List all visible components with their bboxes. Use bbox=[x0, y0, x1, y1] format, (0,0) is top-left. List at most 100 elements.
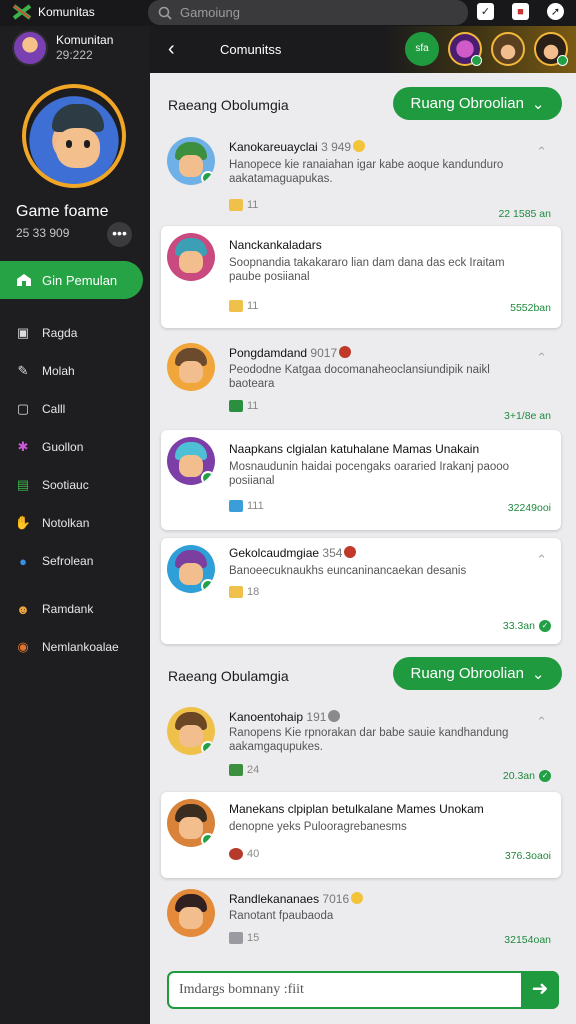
post-reactions[interactable]: 18 bbox=[229, 586, 259, 598]
back-icon[interactable]: ‹ bbox=[168, 38, 175, 61]
game-name: Game foame bbox=[16, 203, 109, 220]
sidebar-item-label: Molah bbox=[42, 364, 75, 378]
post-reactions[interactable]: 11 bbox=[229, 400, 258, 412]
sidebar-item-label: Sefrolean bbox=[42, 554, 94, 568]
post-time-text: 20.3an bbox=[502, 770, 535, 782]
post-card[interactable]: Kanokareuayclai 3 949 Hanopece kie ranai… bbox=[161, 130, 561, 226]
sidebar-item-primary[interactable]: Gin Pemulan bbox=[0, 261, 143, 299]
room-button[interactable]: Ruang Obroolian ⌄ bbox=[393, 657, 562, 690]
avatar[interactable]: sfa bbox=[405, 32, 439, 66]
sidebar-item-sefrolean[interactable]: ● Sefrolean bbox=[14, 542, 144, 580]
post-reactions[interactable]: 40 bbox=[229, 848, 259, 860]
send-button[interactable]: ➜ bbox=[521, 971, 559, 1009]
post-reactions[interactable]: 11 bbox=[229, 300, 258, 312]
avatar-face bbox=[179, 251, 203, 273]
chevron-up-icon[interactable]: ⌃ bbox=[536, 714, 547, 730]
post-author-name: Randlekananaes bbox=[229, 892, 320, 906]
room-button-label: Ruang Obroolian bbox=[410, 665, 524, 682]
avatar-face bbox=[179, 725, 203, 747]
sidebar-item-guollon[interactable]: ✱ Guollon bbox=[14, 428, 144, 466]
star-icon bbox=[229, 586, 243, 598]
post-card[interactable]: Nanckankaladars Soopnandia takakararo li… bbox=[161, 226, 561, 328]
check-badge-icon[interactable]: ✓ bbox=[477, 3, 494, 20]
sidebar-item-molah[interactable]: ✎ Molah bbox=[14, 352, 144, 390]
post-time-text: 3+1/8e an bbox=[503, 410, 551, 422]
avatar[interactable] bbox=[167, 137, 215, 185]
reaction-icon bbox=[229, 500, 243, 512]
message-input[interactable] bbox=[179, 979, 509, 1001]
check-icon: ✓ bbox=[539, 620, 551, 632]
compass-icon[interactable]: ➚ bbox=[547, 3, 564, 20]
post-card[interactable]: Manekans clpiplan betulkalane Mames Unok… bbox=[161, 792, 561, 878]
verified-icon bbox=[557, 55, 568, 66]
sidebar-item-notolkan[interactable]: ✋ Notolkan bbox=[14, 504, 144, 542]
post-reactions[interactable]: 24 bbox=[229, 764, 259, 776]
post-card[interactable]: Randlekananaes 7016 Ranotant fpaubaoda 1… bbox=[161, 882, 561, 962]
avatar[interactable] bbox=[491, 32, 525, 66]
avatar-face bbox=[179, 907, 203, 929]
avatar[interactable] bbox=[167, 707, 215, 755]
post-text: Soopnandia takakararo lian dam dana das … bbox=[229, 257, 505, 283]
sidebar-item-nemlankoalae[interactable]: ◉ Nemlankoalae bbox=[14, 628, 144, 666]
user-sub: 29:222 bbox=[56, 48, 93, 62]
avatar[interactable] bbox=[12, 30, 48, 66]
post-meta: 3 949 bbox=[321, 140, 352, 154]
post-author: Manekans clpiplan betulkalane Mames Unok… bbox=[229, 802, 484, 816]
post-reactions[interactable]: 11 bbox=[229, 199, 258, 211]
post-text: Mosnaudunin haidai pocengaks oararied Ir… bbox=[229, 461, 510, 487]
more-button[interactable]: ••• bbox=[107, 222, 132, 247]
avatar[interactable] bbox=[167, 889, 215, 937]
avatar[interactable] bbox=[448, 32, 482, 66]
post-reactions[interactable]: 111 bbox=[229, 500, 264, 512]
top-bar: Komunitas Gamoiung ✓ ■ ➚ bbox=[0, 0, 576, 26]
shield-icon bbox=[328, 710, 341, 722]
avatar[interactable] bbox=[167, 799, 215, 847]
avatar[interactable] bbox=[167, 545, 215, 593]
reaction-icon bbox=[229, 400, 243, 412]
post-text: Hanopece kie ranaiahan igar kabe aoque k… bbox=[229, 159, 504, 185]
avatar[interactable] bbox=[534, 32, 568, 66]
puzzle-icon: ✱ bbox=[17, 439, 29, 454]
sidebar-item-ragda[interactable]: ▣ Ragda bbox=[14, 314, 144, 352]
post-card[interactable]: Kanoentohaip 191 Ranopens Kie rpnorakan … bbox=[161, 700, 561, 792]
sidebar-item-ramdank[interactable]: ☻ Ramdank bbox=[14, 590, 144, 628]
app-title-text: Komunitas bbox=[38, 5, 95, 19]
avatar[interactable] bbox=[167, 233, 215, 281]
search-bar[interactable]: Gamoiung bbox=[148, 0, 468, 25]
room-button[interactable]: Ruang Obroolian ⌄ bbox=[393, 87, 562, 120]
post-author: Pongdamdand 9017 bbox=[229, 346, 352, 360]
post-author-name: Naapkans clgialan katuhalane Mamas Unaka… bbox=[229, 442, 480, 456]
chevron-up-icon[interactable]: ⌃ bbox=[536, 144, 547, 160]
hero-eye bbox=[66, 140, 72, 148]
game-avatar[interactable] bbox=[22, 84, 126, 188]
reaction-count: 40 bbox=[247, 848, 260, 860]
gift-icon[interactable]: ■ bbox=[512, 3, 529, 20]
post-card[interactable]: Naapkans clgialan katuhalane Mamas Unaka… bbox=[161, 430, 561, 530]
post-author-name: Manekans clpiplan betulkalane Mames Unok… bbox=[229, 802, 484, 816]
drop-icon: ● bbox=[19, 553, 27, 569]
post-card[interactable]: Gekolcaudmgiae 354 Banoeecuknaukhs eunca… bbox=[161, 538, 561, 644]
chevron-up-icon[interactable]: ⌃ bbox=[536, 350, 547, 366]
sidebar-item-sootiauc[interactable]: ▤ Sootiauc bbox=[14, 466, 144, 504]
chevron-down-icon: ⌄ bbox=[531, 665, 545, 683]
user-profile-row[interactable]: Komunitan 29:222 bbox=[12, 30, 113, 66]
post-text: Ranopens Kie rpnorakan dar babe sauie ka… bbox=[229, 727, 509, 753]
avatar[interactable] bbox=[167, 437, 215, 485]
post-author: Kanoentohaip 191 bbox=[229, 710, 341, 724]
badge-icon bbox=[344, 546, 357, 558]
post-author-name: Kanoentohaip bbox=[229, 710, 304, 724]
reaction-count: 18 bbox=[247, 586, 260, 598]
search-input[interactable]: Gamoiung bbox=[180, 5, 240, 20]
post-reactions[interactable]: 15 bbox=[229, 932, 259, 944]
user-name: Komunitan bbox=[56, 33, 114, 47]
sidebar-item-calll[interactable]: ▢ Calll bbox=[14, 390, 144, 428]
pen-icon: ✎ bbox=[17, 363, 29, 378]
chevron-up-icon[interactable]: ⌃ bbox=[536, 552, 547, 568]
post-card[interactable]: Pongdamdand 9017 Peododne Katgaa docoman… bbox=[161, 336, 561, 432]
verified-icon bbox=[201, 471, 215, 485]
avatar[interactable] bbox=[167, 343, 215, 391]
verified-icon bbox=[201, 833, 215, 847]
post-time: 32154oan bbox=[504, 934, 551, 946]
verified-icon bbox=[201, 741, 215, 755]
post-time: 20.3an ✓ bbox=[503, 770, 551, 782]
